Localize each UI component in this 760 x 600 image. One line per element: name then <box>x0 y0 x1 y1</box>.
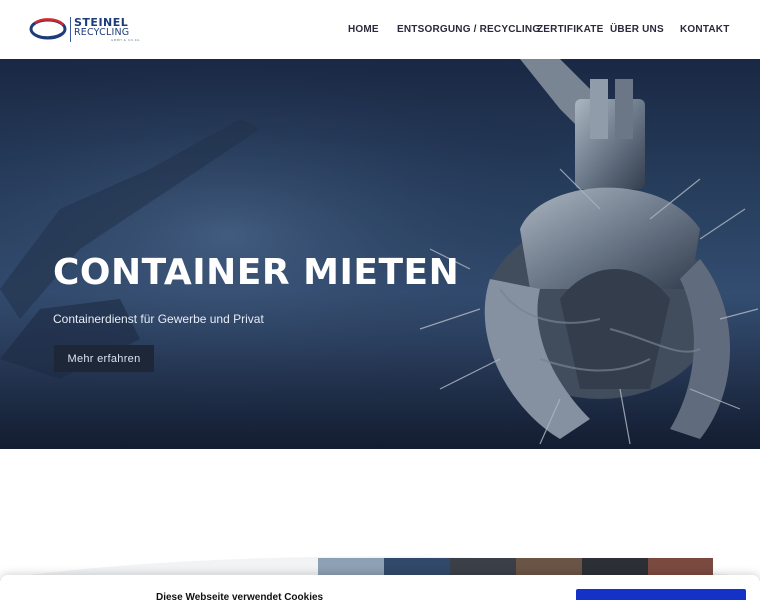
hero-section: CONTAINER MIETEN Containerdienst für Gew… <box>0 59 760 449</box>
nav-item-zertifikate[interactable]: ZERTIFIKATE <box>537 24 603 36</box>
main-nav: HOME ENTSORGUNG / RECYCLING ZERTIFIKATE … <box>0 24 760 36</box>
mehr-erfahren-button[interactable]: Mehr erfahren <box>54 345 154 372</box>
nav-item-entsorgung-recycling[interactable]: ENTSORGUNG / RECYCLING <box>397 24 540 36</box>
nav-item-home[interactable]: HOME <box>348 24 379 36</box>
cookie-banner: Diese Webseite verwendet Cookies <box>0 575 760 600</box>
hero-title: CONTAINER MIETEN <box>53 252 460 293</box>
nav-item-ueber-uns[interactable]: ÜBER UNS <box>610 24 664 36</box>
cookie-accept-button[interactable] <box>576 589 746 600</box>
logo-company-form: GMBH & CO.KG <box>110 38 140 42</box>
page: STEINEL RECYCLING GMBH & CO.KG HOME ENTS… <box>0 0 760 600</box>
hero-subtitle: Containerdienst für Gewerbe und Privat <box>53 312 264 326</box>
nav-item-kontakt[interactable]: KONTAKT <box>680 24 730 36</box>
site-header: STEINEL RECYCLING GMBH & CO.KG HOME ENTS… <box>0 0 760 59</box>
cookie-notice-text: Diese Webseite verwendet Cookies <box>156 592 324 600</box>
